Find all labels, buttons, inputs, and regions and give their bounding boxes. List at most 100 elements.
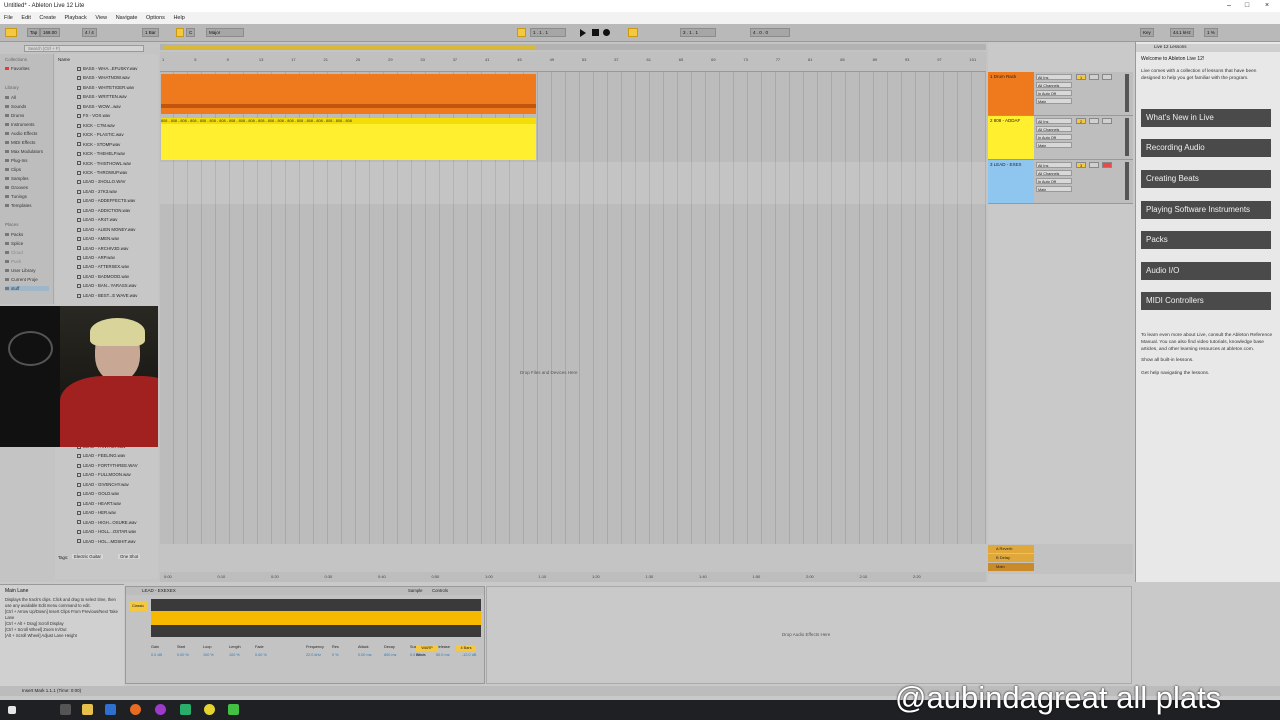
track-name[interactable]: 1 Drum Rack [988, 72, 1034, 115]
file-item[interactable]: LEAD - HIGH...OSURE.wav [77, 520, 136, 525]
file-item[interactable]: LEAD - ADDEFFECTS.wav [77, 198, 135, 203]
file-item[interactable]: LEAD - HOL...MOSHIT.wav [77, 539, 136, 544]
track-io-mon[interactable]: In Auto Off [1036, 90, 1072, 96]
layout-icon[interactable] [5, 28, 17, 37]
param-value[interactable]: 0 % [332, 653, 339, 657]
file-item[interactable]: KICK - C7M.wav [77, 123, 115, 128]
track-name[interactable]: 3 LEAD - EXEX [988, 160, 1034, 203]
track-io-ch[interactable]: All Channels [1036, 126, 1072, 132]
file-item[interactable]: LEAD - GIVENCHY.wav [77, 482, 129, 487]
sidebar-item-current-project[interactable]: Current Proje [5, 277, 38, 282]
firefox-icon[interactable] [130, 704, 141, 715]
start-icon[interactable] [8, 706, 16, 714]
beat-ruler[interactable]: 1 5 9 13 17 21 25 29 33 37 41 45 49 53 57 61 65 69 73 77 81 8… [160, 52, 986, 72]
sidebar-item-max-modulators[interactable]: Max Modulators [5, 149, 43, 154]
menu-view[interactable]: View [95, 15, 107, 21]
scale-mode[interactable]: Major [206, 28, 244, 37]
lesson-recording-audio[interactable]: Recording Audio [1141, 139, 1271, 157]
track-io-ch[interactable]: All Channels [1036, 82, 1072, 88]
track-activator[interactable]: 3 [1076, 162, 1086, 168]
sidebar-item-plugins[interactable]: Plug-Ins [5, 158, 28, 163]
sidebar-item-grooves[interactable]: Grooves [5, 185, 28, 190]
sidebar-item-audio-effects[interactable]: Audio Effects [5, 131, 37, 136]
sidebar-item-clips[interactable]: Clips [5, 167, 21, 172]
file-item[interactable]: LEAD - 27K3.wav [77, 189, 117, 194]
tag-one-shot[interactable]: One Shot [118, 554, 141, 559]
track-header[interactable]: 2 808 - ADDAF All Ins All Channels In Auto … [988, 116, 1133, 160]
scale-toggle[interactable] [176, 28, 184, 37]
track-io-in[interactable]: All Ins [1036, 162, 1072, 168]
time-ruler[interactable]: 0:00 0:10 0:20 0:30 0:40 0:50 1:00 1:10 1:20 1:30… [160, 572, 986, 582]
ableton-taskbar-icon[interactable] [228, 704, 239, 715]
file-item[interactable]: LEAD - FULLMOON.wav [77, 472, 131, 477]
quantize-menu[interactable]: 1 Bar [142, 28, 159, 37]
lessons-footer-show-all[interactable]: Show all built-in lessons. [1141, 357, 1276, 364]
lesson-software-instruments[interactable]: Playing Software Instruments [1141, 201, 1271, 219]
sidebar-item-stuff[interactable]: stuff [5, 286, 49, 291]
return-a-reverb[interactable]: A Reverb [988, 545, 1034, 553]
tag-electric-guitar[interactable]: Electric Guitar [72, 554, 103, 559]
track-io-out[interactable]: Main [1036, 98, 1072, 104]
menu-playback[interactable]: Playback [64, 15, 86, 21]
stop-icon[interactable] [592, 29, 599, 36]
record-arm-button[interactable] [1102, 118, 1112, 124]
sidebar-item-splice[interactable]: Splice [5, 241, 23, 246]
time-signature[interactable]: 4 / 4 [82, 28, 97, 37]
param-value[interactable]: 0.00 % [255, 653, 267, 657]
param-value[interactable]: -12.0 dB [462, 653, 476, 657]
file-item[interactable]: KICK - THISTHOWL.wav [77, 161, 131, 166]
sidebar-item-push[interactable]: Push [5, 259, 21, 264]
track-activator[interactable]: 1 [1076, 74, 1086, 80]
file-item[interactable]: LEAD - GOLD.wav [77, 491, 119, 496]
file-item[interactable]: KICK - THROWUP.wav [77, 170, 127, 175]
sidebar-item-midi-effects[interactable]: MIDI Effects [5, 140, 35, 145]
file-item[interactable]: BASS - WHA...EFUSKY.wav [77, 66, 137, 71]
track-io-out[interactable]: Main [1036, 142, 1072, 148]
file-item[interactable]: FX - VOX.wav [77, 113, 110, 118]
sidebar-item-samples[interactable]: Samples [5, 176, 29, 181]
file-item[interactable]: BASS - WOW...wav [77, 104, 121, 109]
tempo-field[interactable]: 168.00 [40, 28, 60, 37]
sidebar-item-all[interactable]: All [5, 95, 16, 100]
file-item[interactable]: LEAD - 2HOLLO.WAV [77, 179, 126, 184]
lessons-footer-help[interactable]: Get help navigating the lessons. [1141, 370, 1276, 377]
follow-icon[interactable] [517, 28, 526, 37]
param-value[interactable]: 100 % [229, 653, 240, 657]
beats-mode[interactable]: Beats [416, 653, 426, 657]
sidebar-item-packs[interactable]: Packs [5, 232, 23, 237]
sidebar-item-tunings[interactable]: Tunings [5, 194, 27, 199]
record-arm-button[interactable] [1102, 162, 1112, 168]
file-item[interactable]: LEAD - HER.wav [77, 510, 116, 515]
name-column-header[interactable]: Name [58, 57, 70, 62]
solo-button[interactable] [1089, 118, 1099, 124]
file-item[interactable]: LEAD - FEELING.wav [77, 453, 125, 458]
param-value[interactable]: 0.0 dB [151, 653, 162, 657]
sidebar-item-instruments[interactable]: Instruments [5, 122, 35, 127]
explorer-icon[interactable] [82, 704, 93, 715]
solo-button[interactable] [1089, 162, 1099, 168]
file-item[interactable]: BASS - WHATNOW.wav [77, 75, 130, 80]
return-b-delay[interactable]: B Delay [988, 554, 1034, 562]
lesson-audio-io[interactable]: Audio I/O [1141, 262, 1271, 280]
file-item[interactable]: LEAD - HEART.wav [77, 501, 121, 506]
minimize-button[interactable]: – [1220, 0, 1238, 12]
track-io-in[interactable]: All Ins [1036, 74, 1072, 80]
close-button[interactable]: × [1258, 0, 1276, 12]
tap-button[interactable]: Tap [27, 28, 41, 37]
lesson-packs[interactable]: Packs [1141, 231, 1271, 249]
tab-sample[interactable]: Sample [408, 588, 423, 593]
loop-length[interactable]: 4 . 0 . 0 [750, 28, 790, 37]
menu-navigate[interactable]: Navigate [116, 15, 138, 21]
file-item[interactable]: KICK - THEHELP.wav [77, 151, 125, 156]
bars-length[interactable]: 4 Bars [456, 645, 476, 651]
loop-start[interactable]: 3 . 1 . 1 [680, 28, 716, 37]
param-value[interactable]: 22.0 kHz [306, 653, 321, 657]
lessons-footer-manual[interactable]: To learn even more about Live, consult t… [1141, 332, 1276, 353]
chat-icon[interactable] [204, 704, 215, 715]
param-value[interactable]: 0.00 ms [358, 653, 372, 657]
file-item[interactable]: LEAD - ARCHIV3D.wav [77, 246, 128, 251]
menu-edit[interactable]: Edit [21, 15, 30, 21]
key-map-button[interactable]: Key [1140, 28, 1154, 37]
lesson-creating-beats[interactable]: Creating Beats [1141, 170, 1271, 188]
lesson-midi-controllers[interactable]: MIDI Controllers [1141, 292, 1271, 310]
